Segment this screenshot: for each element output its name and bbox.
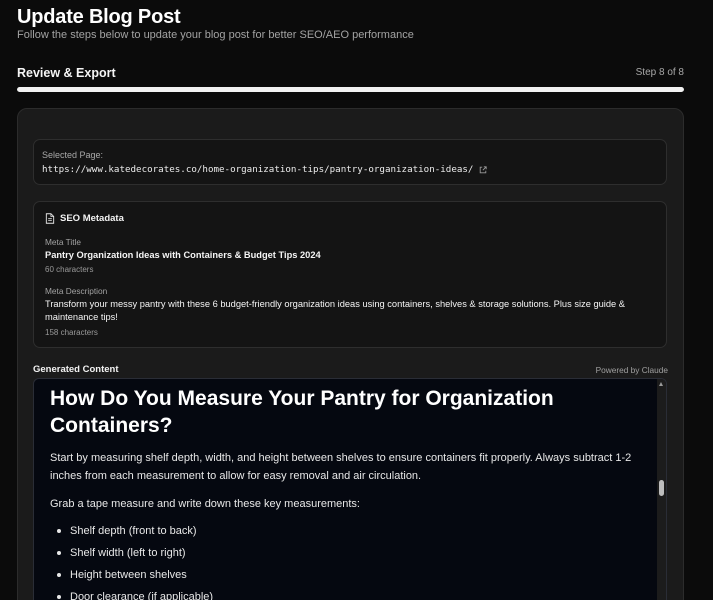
powered-by: Powered by Claude — [595, 365, 668, 375]
step-title: Review & Export — [17, 66, 116, 80]
generated-content-box[interactable]: How Do You Measure Your Pantry for Organ… — [33, 378, 667, 600]
seo-metadata-card: SEO Metadata Meta Title Pantry Organizat… — [33, 201, 667, 348]
scroll-thumb[interactable] — [659, 480, 664, 496]
seo-header: SEO Metadata — [45, 213, 124, 224]
meta-title-value: Pantry Organization Ideas with Container… — [45, 250, 321, 260]
step-counter: Step 8 of 8 — [635, 67, 684, 78]
content-paragraph: Grab a tape measure and write down these… — [50, 498, 360, 510]
scroll-up-arrow[interactable] — [659, 382, 663, 386]
generated-content-body: How Do You Measure Your Pantry for Organ… — [50, 385, 650, 600]
meta-title-label: Meta Title — [45, 237, 81, 247]
page-title: Update Blog Post — [17, 6, 181, 28]
seo-heading: SEO Metadata — [60, 213, 124, 224]
selected-page-label: Selected Page: — [42, 150, 104, 160]
content-list: Shelf depth (front to back) Shelf width … — [50, 524, 650, 600]
content-scrollbar[interactable] — [657, 379, 666, 600]
progress-bar — [17, 87, 684, 92]
content-heading: How Do You Measure Your Pantry for Organ… — [50, 387, 554, 437]
selected-page-url[interactable]: https://www.katedecorates.co/home-organi… — [42, 164, 473, 175]
meta-description-value: Transform your messy pantry with these 6… — [45, 299, 625, 322]
selected-page-url-row[interactable]: https://www.katedecorates.co/home-organi… — [42, 164, 488, 175]
page-subtitle: Follow the steps below to update your bl… — [17, 29, 414, 41]
document-icon — [45, 213, 55, 224]
generated-content-label: Generated Content — [33, 364, 119, 375]
list-item: Door clearance (if applicable) — [57, 590, 650, 600]
meta-title-count: 60 characters — [45, 265, 94, 274]
progress-fill — [17, 87, 684, 92]
selected-page-card: Selected Page: https://www.katedecorates… — [33, 139, 667, 185]
list-item: Shelf depth (front to back) — [57, 524, 650, 538]
content-paragraph: Start by measuring shelf depth, width, a… — [50, 452, 632, 482]
list-item: Height between shelves — [57, 568, 650, 582]
list-item: Shelf width (left to right) — [57, 546, 650, 560]
meta-description-label: Meta Description — [45, 286, 108, 296]
external-link-icon[interactable] — [479, 165, 488, 174]
meta-description-count: 158 characters — [45, 328, 98, 337]
